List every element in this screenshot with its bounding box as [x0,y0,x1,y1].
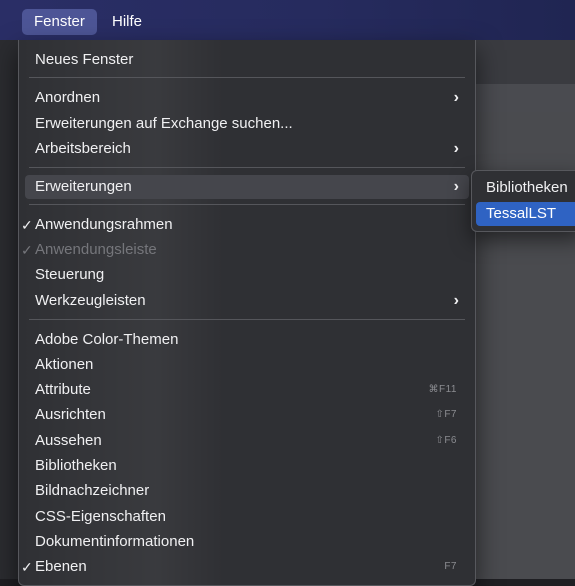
menu-item-werkzeugleisten[interactable]: Werkzeugleisten › [25,289,469,313]
menu-item-label: Bibliotheken [35,457,117,474]
menu-item-label: Ausrichten [35,406,106,423]
menu-item-steuerung[interactable]: Steuerung [25,263,469,287]
control-strip [470,84,575,112]
shortcut-label: ⌘F11 [428,384,457,395]
menu-item-label: Attribute [35,381,91,398]
menubar: Fenster Hilfe [0,0,575,40]
menu-item-anordnen[interactable]: Anordnen › [25,86,469,110]
submenu-item-bibliotheken[interactable]: Bibliotheken [476,176,575,200]
menubar-hilfe[interactable]: Hilfe [100,9,154,35]
menu-item-erweiterungen-exchange[interactable]: Erweiterungen auf Exchange suchen... [25,112,469,136]
menu-item-label: CSS-Eigenschaften [35,508,166,525]
shortcut-label: ⇧F7 [435,409,457,420]
checkmark-icon: ✓ [21,242,33,258]
toolbar-strip [470,40,575,84]
menu-item-erweiterungen[interactable]: Erweiterungen › [25,175,469,199]
menu-item-label: Arbeitsbereich [35,140,131,157]
submenu-item-label: Bibliotheken [486,179,568,196]
menu-item-label: Erweiterungen [35,178,132,195]
chevron-right-icon: › [453,178,459,195]
submenu-item-tessallst[interactable]: TessalLST [476,202,575,226]
menu-separator [29,319,465,320]
menu-item-label: Adobe Color-Themen [35,331,179,348]
menu-item-label: Aktionen [35,356,94,373]
menu-item-label: Anwendungsrahmen [35,216,173,233]
menu-item-adobe-color-themen[interactable]: Adobe Color-Themen [25,328,469,352]
fenster-menu: Neues Fenster Anordnen › Erweiterungen a… [18,40,476,586]
menu-item-arbeitsbereich[interactable]: Arbeitsbereich › [25,137,469,161]
menu-item-attribute[interactable]: Attribute ⌘F11 [25,378,469,402]
chevron-right-icon: › [453,140,459,157]
menu-item-dokumentinformationen[interactable]: Dokumentinformationen [25,530,469,554]
menubar-fenster[interactable]: Fenster [22,9,97,35]
shortcut-label: F7 [444,561,457,572]
menu-item-label: Werkzeugleisten [35,292,146,309]
menu-separator [29,204,465,205]
menu-item-aktionen[interactable]: Aktionen [25,353,469,377]
menu-item-label: Ebenen [35,558,87,575]
menu-item-label: Steuerung [35,266,105,283]
checkmark-icon: ✓ [21,559,33,575]
menu-item-label: Neues Fenster [35,51,134,68]
menu-item-aussehen[interactable]: Aussehen ⇧F6 [25,429,469,453]
menu-item-neues-fenster[interactable]: Neues Fenster [25,48,469,72]
menu-item-anwendungsleiste: ✓ Anwendungsleiste [21,238,469,262]
menu-separator [29,77,465,78]
submenu-item-label: TessalLST [486,205,557,222]
menu-item-label: Erweiterungen auf Exchange suchen... [35,115,293,132]
menu-item-label: Dokumentinformationen [35,533,195,550]
menu-item-ebenen[interactable]: ✓ Ebenen F7 [21,555,469,579]
chevron-right-icon: › [453,292,459,309]
menu-item-label: Anordnen [35,89,101,106]
menu-item-ausrichten[interactable]: Ausrichten ⇧F7 [25,403,469,427]
menu-separator [29,167,465,168]
checkmark-icon: ✓ [21,217,33,233]
menu-item-bibliotheken[interactable]: Bibliotheken [25,454,469,478]
erweiterungen-submenu: Bibliotheken TessalLST [471,170,575,232]
menu-item-label: Bildnachzeichner [35,482,150,499]
shortcut-label: ⇧F6 [435,435,457,446]
menu-item-label: Anwendungsleiste [35,241,157,258]
menu-item-css-eigenschaften[interactable]: CSS-Eigenschaften [25,505,469,529]
menu-item-bildnachzeichner[interactable]: Bildnachzeichner [25,479,469,503]
menu-item-anwendungsrahmen[interactable]: ✓ Anwendungsrahmen [21,213,469,237]
chevron-right-icon: › [453,89,459,106]
menu-item-label: Aussehen [35,432,102,449]
